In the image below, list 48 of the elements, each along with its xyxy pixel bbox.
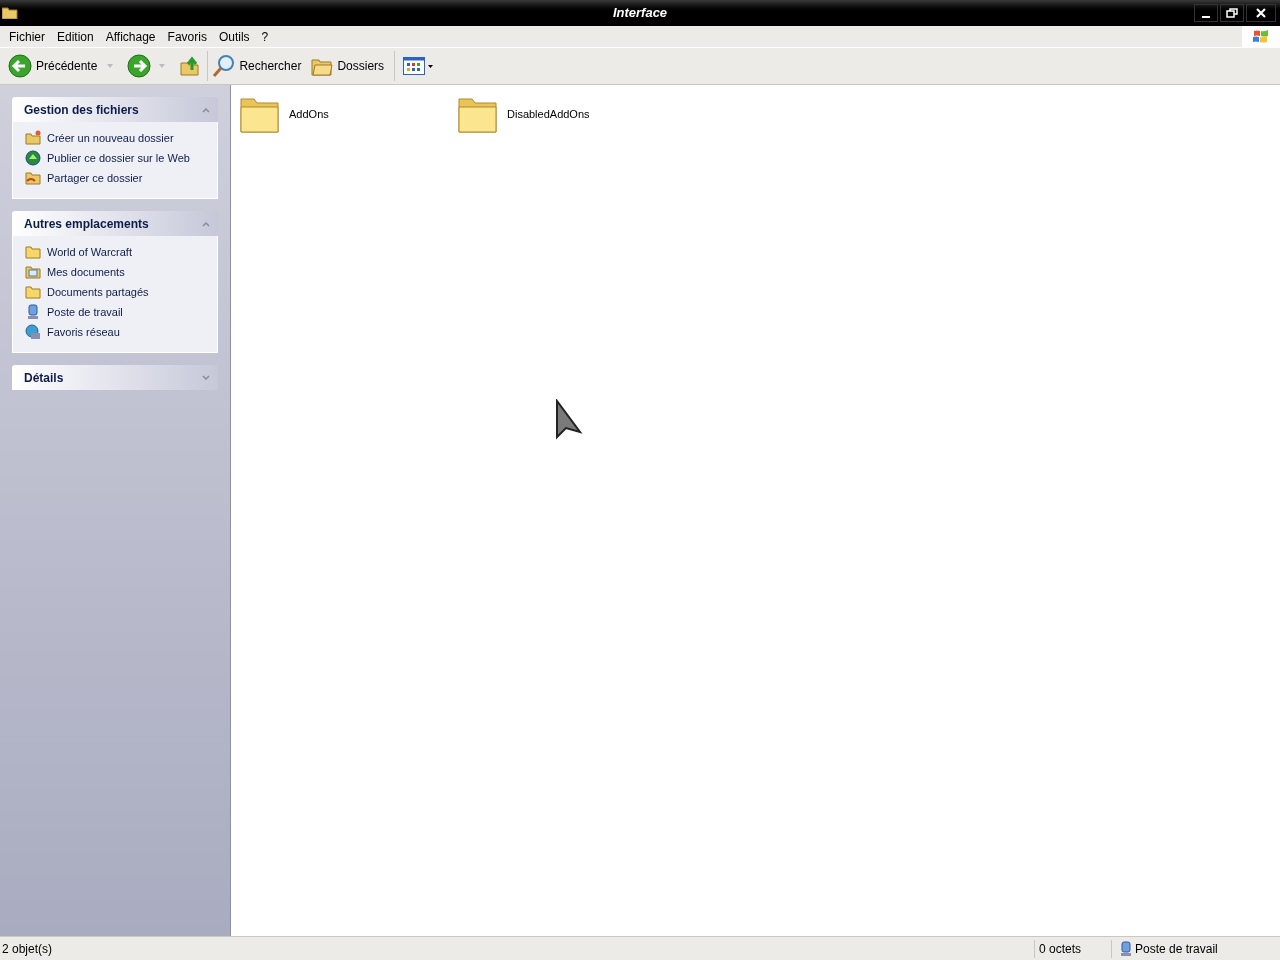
window-title: Interface — [612, 4, 668, 23]
search-icon — [212, 54, 237, 78]
views-grid-icon — [403, 57, 426, 75]
panel-link[interactable]: Documents partagés — [47, 283, 149, 301]
menu-item[interactable]: Affichage — [99, 26, 162, 47]
folders-button[interactable]: Dossiers — [311, 56, 385, 76]
menu-item[interactable]: Favoris — [161, 26, 213, 47]
status-text: 2 objet(s) — [1, 940, 54, 958]
folders-icon — [311, 56, 334, 76]
folder-icon — [25, 284, 41, 300]
panel-link[interactable]: Favoris réseau — [47, 323, 120, 341]
views-button[interactable] — [403, 57, 434, 75]
panel-link[interactable]: Partager ce dossier — [47, 169, 143, 187]
restore-button[interactable] — [1220, 4, 1244, 22]
caret-icon — [428, 64, 434, 68]
minimize-button[interactable] — [1194, 4, 1218, 22]
menu-item[interactable]: ? — [255, 26, 275, 47]
forward-button[interactable] — [127, 54, 152, 78]
panel-link[interactable]: World of Warcraft — [47, 243, 132, 261]
restore-icon — [1226, 8, 1238, 18]
file-name[interactable]: AddOns — [289, 105, 329, 123]
new-folder-icon — [25, 130, 41, 146]
panel-link[interactable]: Mes documents — [47, 263, 125, 281]
panel-link[interactable]: Poste de travail — [47, 303, 123, 321]
menu-item[interactable]: Outils — [212, 26, 256, 47]
menu-item[interactable]: Edition — [51, 26, 100, 47]
menu-item[interactable]: Fichier — [3, 26, 51, 47]
close-button[interactable] — [1246, 4, 1276, 22]
back-button[interactable]: Précédente — [8, 54, 100, 78]
up-folder-button[interactable] — [179, 55, 202, 77]
network-globe-icon — [25, 324, 41, 340]
close-icon — [1255, 7, 1267, 19]
search-button[interactable]: Rechercher — [212, 54, 302, 78]
status-text: Poste de travail — [1135, 940, 1218, 958]
panel-link[interactable]: Publier ce dossier sur le Web — [47, 149, 190, 167]
minimize-icon — [1202, 15, 1210, 18]
file-name[interactable]: DisabledAddOns — [507, 105, 590, 123]
folder-icon — [2, 7, 18, 19]
globe-icon — [25, 150, 41, 166]
computer-icon — [1120, 940, 1132, 957]
shared-folder-icon — [25, 170, 41, 186]
folder-icon — [25, 244, 41, 260]
panel-header[interactable]: Gestion des fichiers — [12, 97, 218, 122]
documents-folder-icon — [25, 264, 41, 280]
panel-header[interactable]: Détails — [12, 365, 218, 390]
status-text: 0 octets — [1038, 940, 1083, 958]
panel-link[interactable]: Créer un nouveau dossier — [47, 129, 174, 147]
computer-icon — [25, 304, 41, 320]
